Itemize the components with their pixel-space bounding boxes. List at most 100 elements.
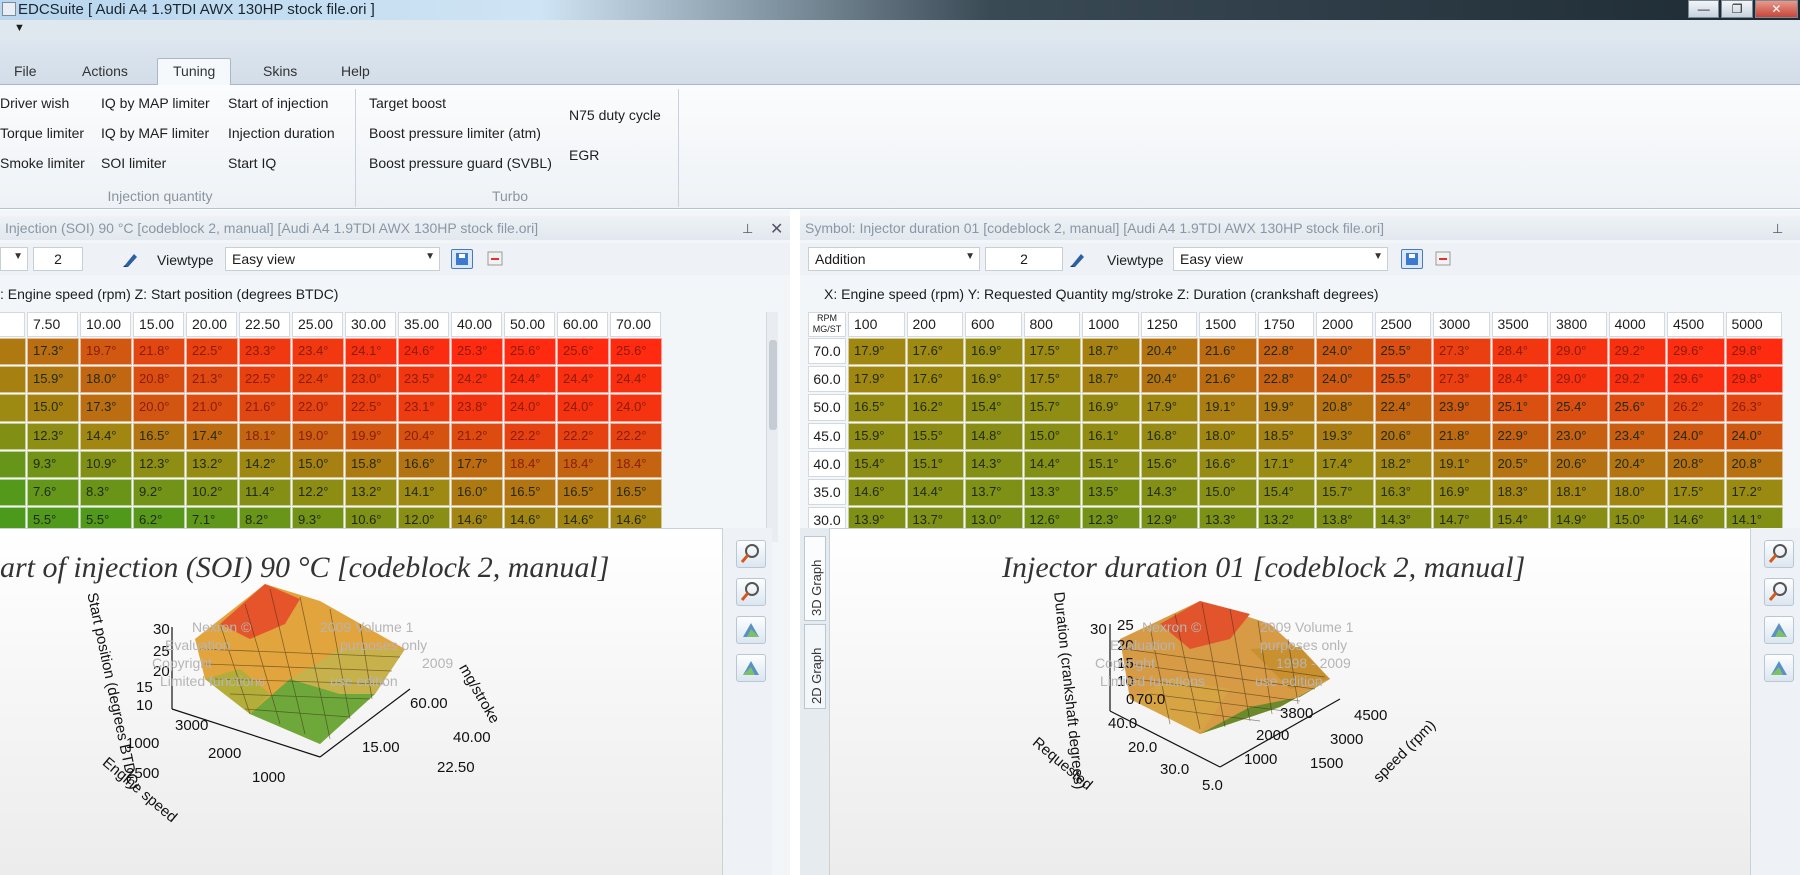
table-cell[interactable]: 15.1° [1082, 450, 1140, 478]
save-map-icon[interactable] [451, 249, 473, 269]
table-cell[interactable]: 12.3° [27, 422, 79, 450]
table-cell[interactable] [0, 479, 26, 507]
table-cell[interactable]: 19.9° [1257, 394, 1315, 422]
table-cell[interactable]: 17.3° [27, 338, 79, 366]
table-cell[interactable]: 29.2° [1608, 338, 1666, 366]
table-cell[interactable]: 16.9° [1082, 394, 1140, 422]
zoom-out-icon[interactable] [1764, 578, 1794, 606]
table-cell[interactable]: 15.6° [1140, 450, 1198, 478]
table-cell[interactable]: 18.5° [1257, 422, 1315, 450]
table-cell[interactable]: 15.9° [27, 366, 79, 394]
table-cell[interactable]: 19.1° [1199, 394, 1257, 422]
ribbon-start-iq[interactable]: Start IQ [228, 155, 276, 171]
ribbon-boost-pressure-limiter[interactable]: Boost pressure limiter (atm) [369, 125, 541, 141]
table-cell[interactable]: 13.5° [1082, 479, 1140, 507]
table-cell[interactable]: 20.4° [1608, 450, 1666, 478]
table-cell[interactable]: 24.4° [557, 366, 609, 394]
tab-skins[interactable]: Skins [263, 63, 297, 79]
table-cell[interactable]: 16.3° [1374, 479, 1432, 507]
table-cell[interactable]: 12.2° [292, 479, 344, 507]
table-cell[interactable]: 23.3° [239, 338, 291, 366]
column-header[interactable]: 22.50 [239, 312, 290, 337]
table-cell[interactable]: 22.0° [292, 394, 344, 422]
table-cell[interactable]: 16.5° [557, 479, 609, 507]
table-cell[interactable]: 23.8° [451, 394, 503, 422]
table-cell[interactable]: 18.4° [557, 450, 609, 478]
table-cell[interactable]: 20.8° [1667, 450, 1725, 478]
rotate-left-icon[interactable] [1764, 616, 1794, 644]
table-cell[interactable]: 20.6° [1374, 422, 1432, 450]
table-cell[interactable]: 14.4° [906, 479, 964, 507]
ribbon-start-of-injection[interactable]: Start of injection [228, 95, 328, 111]
table-cell[interactable]: 17.7° [451, 450, 503, 478]
table-cell[interactable]: 21.6° [1199, 366, 1257, 394]
scrollbar-thumb[interactable] [769, 340, 777, 430]
table-cell[interactable]: 24.4° [504, 366, 556, 394]
table-cell[interactable]: 20.5° [1491, 450, 1549, 478]
row-header[interactable]: 35.0 [808, 479, 846, 506]
table-cell[interactable]: 20.4° [1140, 366, 1198, 394]
row-header[interactable]: 60.0 [808, 366, 846, 393]
column-header[interactable]: 35.00 [398, 312, 449, 337]
table-cell[interactable]: 19.9° [345, 422, 397, 450]
column-header[interactable]: 25.00 [292, 312, 343, 337]
ribbon-soi-limiter[interactable]: SOI limiter [101, 155, 166, 171]
table-cell[interactable]: 10.9° [80, 450, 132, 478]
table-cell[interactable]: 16.8° [1140, 422, 1198, 450]
zoom-in-icon[interactable] [1764, 540, 1794, 568]
table-cell[interactable]: 22.5° [239, 366, 291, 394]
table-cell[interactable]: 25.5° [1374, 366, 1432, 394]
column-header[interactable]: 0 [0, 312, 25, 337]
table-cell[interactable]: 13.2° [345, 479, 397, 507]
table-cell[interactable]: 28.4° [1491, 366, 1549, 394]
table-cell[interactable] [0, 450, 26, 478]
ribbon-iq-by-map-limiter[interactable]: IQ by MAP limiter [101, 95, 210, 111]
column-header[interactable]: 2500 [1374, 312, 1431, 337]
table-cell[interactable]: 19.7° [80, 338, 132, 366]
table-cell[interactable]: 20.8° [133, 366, 185, 394]
column-header[interactable]: 5000 [1725, 312, 1782, 337]
table-cell[interactable]: 15.0° [27, 394, 79, 422]
table-cell[interactable]: 17.6° [906, 338, 964, 366]
table-cell[interactable]: 24.0° [1667, 422, 1725, 450]
table-cell[interactable]: 13.2° [186, 450, 238, 478]
table-cell[interactable]: 29.2° [1608, 366, 1666, 394]
ribbon-boost-pressure-guard[interactable]: Boost pressure guard (SVBL) [369, 155, 552, 171]
table-cell[interactable]: 9.2° [133, 479, 185, 507]
table-cell[interactable]: 25.6° [610, 338, 662, 366]
table-cell[interactable]: 20.8° [1725, 450, 1783, 478]
pen-icon[interactable] [1067, 249, 1089, 269]
table-cell[interactable]: 15.8° [345, 450, 397, 478]
column-header[interactable]: 10.00 [80, 312, 131, 337]
column-header[interactable]: 30.00 [345, 312, 396, 337]
ribbon-smoke-limiter[interactable]: Smoke limiter [0, 155, 85, 171]
column-header[interactable]: 60.00 [557, 312, 608, 337]
table-cell[interactable]: 14.1° [398, 479, 450, 507]
column-header[interactable]: 70.00 [610, 312, 661, 337]
table-cell[interactable]: 17.1° [1257, 450, 1315, 478]
ribbon-egr[interactable]: EGR [569, 147, 599, 163]
table-cell[interactable]: 29.6° [1667, 366, 1725, 394]
table-cell[interactable]: 22.2° [610, 422, 662, 450]
table-cell[interactable]: 23.0° [345, 366, 397, 394]
table-cell[interactable]: 15.5° [906, 422, 964, 450]
table-cell[interactable]: 24.0° [557, 394, 609, 422]
table-cell[interactable] [0, 394, 26, 422]
table-cell[interactable]: 21.8° [1433, 422, 1491, 450]
column-header[interactable]: 4000 [1608, 312, 1665, 337]
tab-tuning[interactable]: Tuning [157, 58, 232, 86]
table-cell[interactable]: 16.9° [965, 366, 1023, 394]
table-cell[interactable]: 18.2° [1374, 450, 1432, 478]
minimize-button[interactable]: — [1688, 0, 1720, 18]
table-cell[interactable]: 24.2° [451, 366, 503, 394]
table-cell[interactable]: 29.0° [1550, 338, 1608, 366]
table-cell[interactable]: 15.9° [848, 422, 906, 450]
table-cell[interactable]: 23.0° [1550, 422, 1608, 450]
table-cell[interactable]: 17.9° [848, 338, 906, 366]
table-cell[interactable]: 14.3° [965, 450, 1023, 478]
table-cell[interactable]: 14.3° [1140, 479, 1198, 507]
table-cell[interactable] [0, 338, 26, 366]
column-header[interactable]: 100 [848, 312, 905, 337]
table-cell[interactable]: 18.0° [80, 366, 132, 394]
table-cell[interactable]: 16.5° [610, 479, 662, 507]
